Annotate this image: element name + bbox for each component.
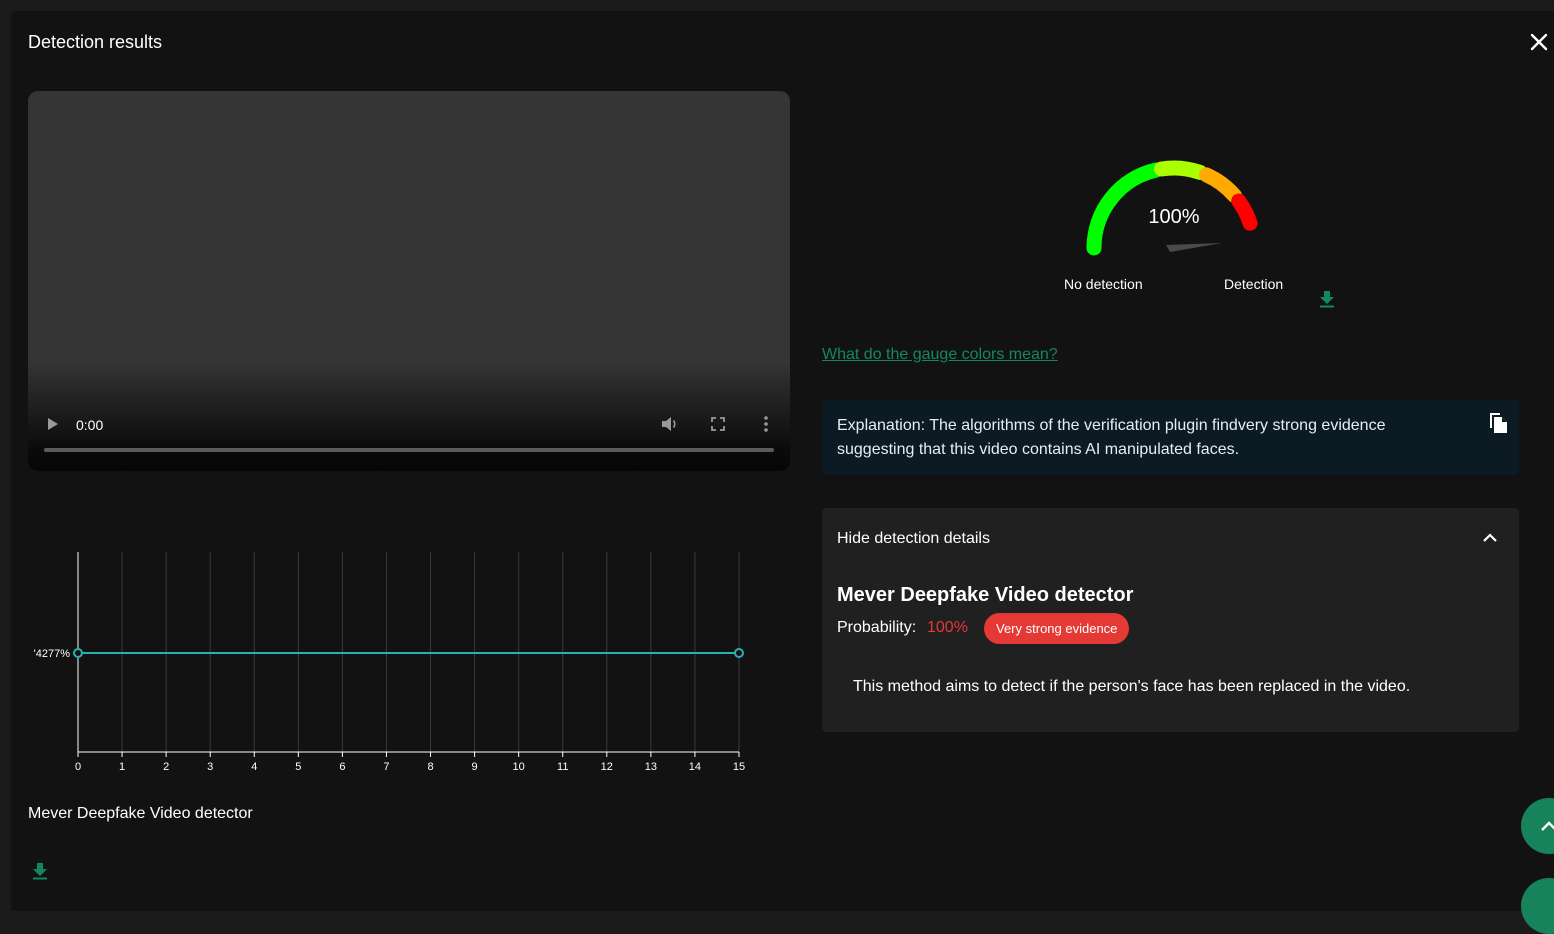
x-tick-label: 12 xyxy=(601,761,613,773)
x-tick-label: 10 xyxy=(513,761,525,773)
play-icon[interactable] xyxy=(46,416,60,432)
volume-icon[interactable] xyxy=(660,415,680,433)
dialog-title: Detection results xyxy=(28,32,163,52)
x-tick-label: 14 xyxy=(689,761,701,773)
gauge-segment xyxy=(1199,167,1242,204)
detection-gauge xyxy=(1086,160,1258,256)
evidence-badge: Very strong evidence xyxy=(984,613,1130,644)
method-description: This method aims to detect if the person… xyxy=(853,678,1411,695)
download-icon[interactable] xyxy=(32,862,48,880)
chevron-up-icon[interactable] xyxy=(1482,532,1498,544)
x-tick-label: 0 xyxy=(75,761,81,773)
close-icon[interactable] xyxy=(1528,31,1550,53)
x-tick-label: 6 xyxy=(339,761,345,773)
x-tick-label: 13 xyxy=(645,761,657,773)
gauge-label-no-detection: No detection xyxy=(1064,276,1143,292)
x-tick-label: 3 xyxy=(207,761,213,773)
copy-icon[interactable] xyxy=(1487,410,1509,434)
detection-details-panel: Hide detection details Mever Deepfake Vi… xyxy=(822,508,1519,732)
x-tick-label: 9 xyxy=(472,761,478,773)
x-tick-label: 7 xyxy=(383,761,389,773)
x-tick-label: 5 xyxy=(295,761,301,773)
download-icon[interactable] xyxy=(1319,290,1335,308)
chart-series xyxy=(73,648,744,658)
video-progress-track[interactable] xyxy=(44,448,774,452)
gauge-segment xyxy=(1231,193,1258,231)
gauge-needle xyxy=(1166,243,1222,252)
fullscreen-icon[interactable] xyxy=(710,416,726,432)
x-tick-label: 4 xyxy=(251,761,257,773)
x-ticks: 0 1 2 3 4 5 6 7 8 9 10 11 12 13 14 15 xyxy=(75,752,745,773)
video-time: 0:00 xyxy=(76,417,104,433)
gauge-colors-help-link[interactable]: What do the gauge colors mean? xyxy=(822,346,1058,364)
explanation-text: Explanation: The algorithms of the verif… xyxy=(837,417,1386,458)
explanation-box: Explanation: The algorithms of the verif… xyxy=(822,400,1519,475)
hide-details-toggle[interactable]: Hide detection details xyxy=(837,530,990,548)
probability-value: 100% xyxy=(927,619,968,636)
x-tick-label: 1 xyxy=(119,761,125,773)
more-options-icon[interactable] xyxy=(760,415,772,433)
data-point[interactable] xyxy=(734,648,744,658)
y-tick-label: '4277% xyxy=(34,648,71,660)
x-tick-label: 2 xyxy=(163,761,169,773)
video-player[interactable] xyxy=(28,91,790,471)
gauge-segment xyxy=(1153,160,1208,180)
chevron-up-icon xyxy=(1541,821,1554,831)
x-tick-label: 8 xyxy=(427,761,433,773)
timeline-detector-label: Mever Deepfake Video detector xyxy=(28,805,253,822)
probability-label: Probability: xyxy=(837,619,917,636)
detection-timeline-chart: 0 1 2 3 4 5 6 7 8 9 10 11 12 13 14 15 '4277% xyxy=(34,552,745,773)
data-point[interactable] xyxy=(73,648,83,658)
gauge-label-detection: Detection xyxy=(1224,276,1284,292)
detector-name: Mever Deepfake Video detector xyxy=(837,584,1134,606)
gauge-value: 100% xyxy=(1148,206,1200,228)
x-tick-label: 15 xyxy=(733,761,745,773)
x-tick-label: 11 xyxy=(557,761,568,773)
